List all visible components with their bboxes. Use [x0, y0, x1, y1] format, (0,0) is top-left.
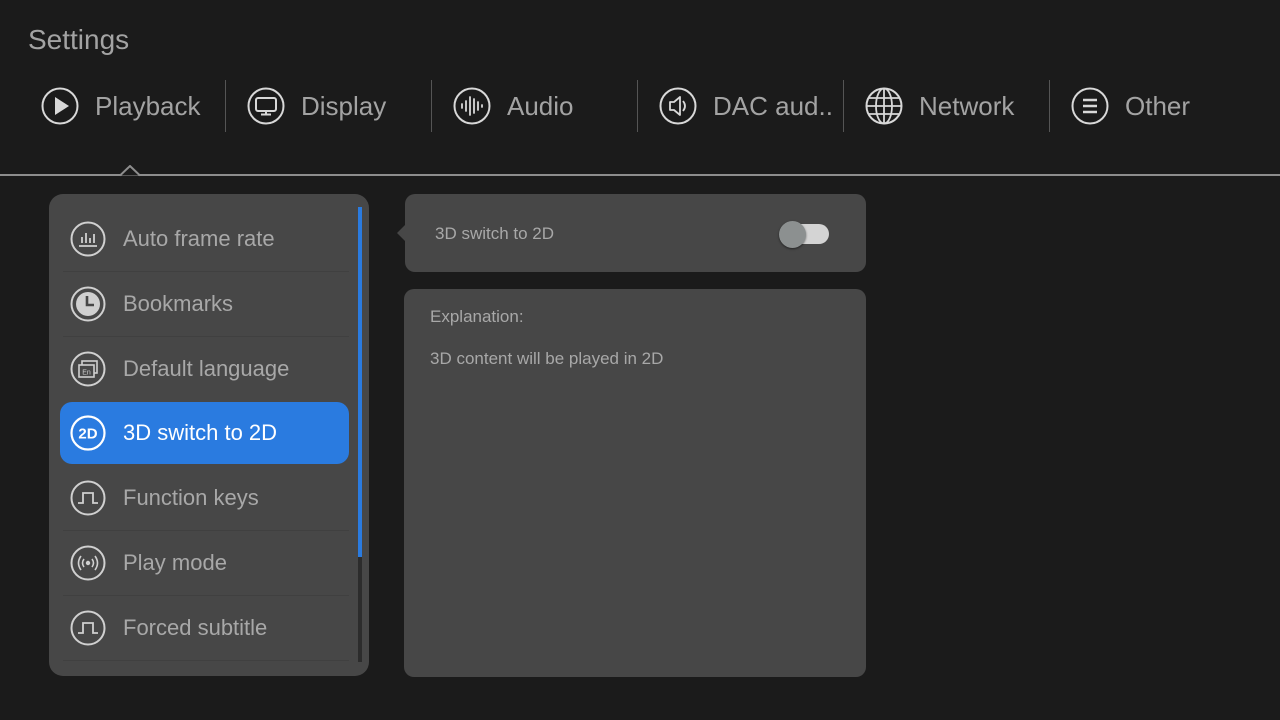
explanation-heading: Explanation:: [430, 307, 524, 326]
tab-display[interactable]: Display: [206, 78, 412, 134]
list-item-label: Default language: [123, 356, 290, 381]
bar-chart-icon: [70, 221, 106, 257]
svg-text:2D: 2D: [78, 426, 97, 443]
tab-divider: [0, 174, 1280, 176]
globe-icon: [865, 87, 903, 125]
row-separator: [63, 271, 349, 272]
scrollbar-thumb[interactable]: [358, 207, 362, 558]
3d-to-2d-toggle-switch[interactable]: [779, 221, 829, 248]
row-separator: [63, 336, 349, 337]
row-separator: [63, 660, 349, 661]
language-en-icon: En: [70, 351, 106, 387]
tab-audio[interactable]: Audio: [412, 78, 618, 134]
play-circle-icon: [41, 87, 79, 125]
list-scrollbar[interactable]: [358, 207, 362, 662]
card-pointer: [397, 225, 405, 241]
tab-label: Playback: [95, 90, 201, 121]
switch-knob: [779, 221, 806, 248]
explanation-text: 3D content will be played in 2D: [430, 349, 664, 368]
row-separator: [63, 595, 349, 596]
list-item-label: Play mode: [123, 550, 227, 575]
category-tabs: Playback Display Audio DAC aud.. Network…: [0, 78, 1280, 134]
tab-network[interactable]: Network: [824, 78, 1030, 134]
list-item-label: Function keys: [123, 485, 259, 510]
tab-dac-audio[interactable]: DAC aud..: [618, 78, 833, 134]
tab-label: Audio: [507, 90, 574, 121]
menu-lines-icon: [1071, 87, 1109, 125]
list-item-default-language[interactable]: En Default language: [60, 338, 349, 400]
list-item-play-mode[interactable]: Play mode: [60, 532, 349, 594]
list-item-label: Forced subtitle: [123, 615, 268, 640]
tab-other[interactable]: Other: [1030, 78, 1236, 134]
list-item-bookmarks[interactable]: Bookmarks: [60, 273, 349, 335]
broadcast-icon: [70, 545, 106, 581]
list-item-3d-switch-to-2d[interactable]: 2D 3D switch to 2D: [60, 402, 349, 464]
audio-waveform-icon: [453, 87, 491, 125]
setting-toggle-card: 3D switch to 2D: [397, 194, 866, 272]
speaker-icon: [659, 87, 697, 125]
tab-playback[interactable]: Playback: [0, 78, 206, 134]
toggle-label: 3D switch to 2D: [435, 224, 555, 243]
tab-label: Other: [1125, 90, 1191, 121]
row-separator: [63, 530, 349, 531]
list-item-forced-subtitle[interactable]: Forced subtitle: [60, 597, 349, 659]
monitor-icon: [247, 87, 285, 125]
pulse-wave-icon: [70, 480, 106, 516]
list-item-label: 3D switch to 2D: [123, 420, 278, 445]
2d-icon: 2D: [70, 415, 106, 451]
list-item-function-keys[interactable]: Function keys: [60, 467, 349, 529]
page-title: Settings: [28, 24, 130, 55]
svg-text:En: En: [82, 370, 91, 377]
tab-label: Network: [919, 90, 1015, 121]
explanation-card: Explanation: 3D content will be played i…: [404, 289, 866, 677]
pulse-wave-icon: [70, 610, 106, 646]
list-item-label: Bookmarks: [123, 291, 234, 316]
clock-icon: [70, 286, 106, 322]
list-item-label: Auto frame rate: [123, 226, 275, 251]
tab-label: DAC aud..: [713, 90, 833, 121]
list-item-auto-frame-rate[interactable]: Auto frame rate: [60, 208, 349, 270]
playback-settings-list: Auto frame rate Bookmarks En Default lan…: [49, 194, 369, 676]
tab-label: Display: [301, 90, 387, 121]
selected-tab-indicator: [120, 165, 140, 177]
